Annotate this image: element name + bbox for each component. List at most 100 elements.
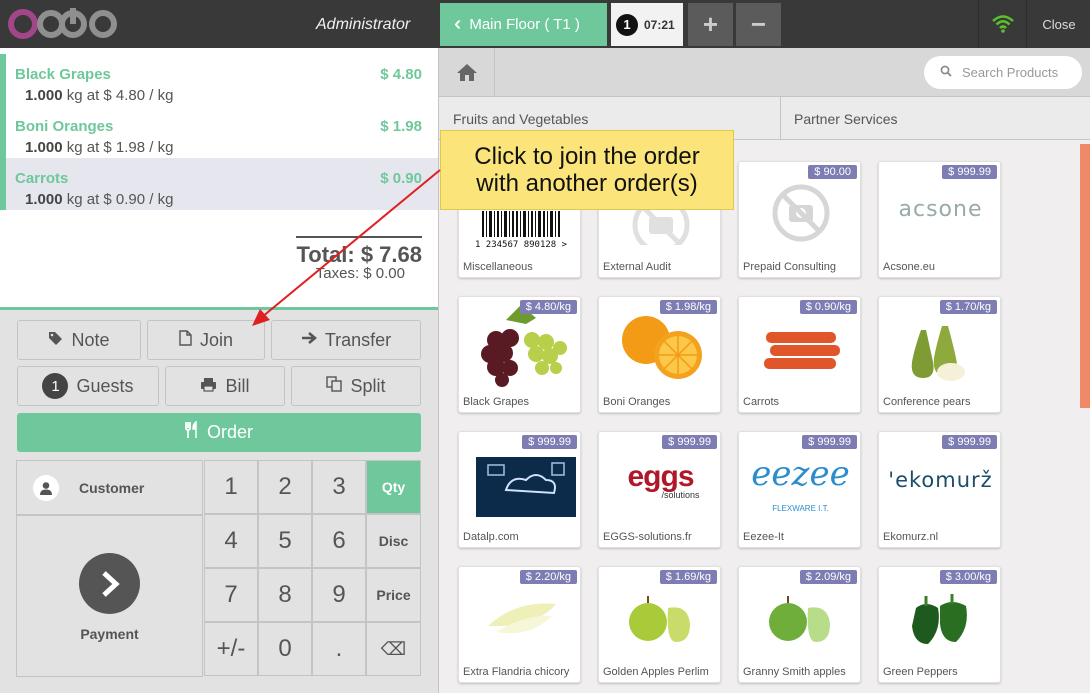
orderline-unit-price: kg at $ 1.98 / kg	[62, 139, 174, 156]
product-name: Miscellaneous	[463, 261, 533, 273]
arrow-right-icon	[301, 331, 317, 349]
floor-button-label: Main Floor ( T1 )	[469, 16, 580, 33]
numpad-key-4[interactable]: 4	[204, 514, 258, 568]
orderline-price: $ 0.90	[380, 170, 422, 187]
new-order-button[interactable]: +	[688, 3, 733, 46]
backspace-icon[interactable]: ⌫	[366, 622, 421, 676]
product-name: Conference pears	[883, 396, 971, 408]
join-button[interactable]: Join	[147, 320, 265, 360]
orderline[interactable]: Black Grapes $ 4.80 1.000 kg at $ 4.80 /…	[0, 54, 438, 106]
numpad-key-0[interactable]: 0	[258, 622, 312, 676]
numpad-key-dot[interactable]: .	[312, 622, 366, 676]
search-placeholder: Search Products	[962, 65, 1059, 80]
product-tile[interactable]: $ 0.90/kg Carrots	[738, 296, 861, 413]
price-badge: $ 2.09/kg	[799, 570, 857, 584]
scrollbar[interactable]	[1080, 144, 1090, 408]
print-icon	[200, 377, 217, 396]
customer-label: Customer	[79, 479, 145, 496]
price-badge: $ 90.00	[808, 165, 857, 179]
orderline-unit-price: kg at $ 4.80 / kg	[62, 87, 174, 104]
order-tab[interactable]: 1 07:21	[611, 3, 683, 46]
product-name: Golden Apples Perlim	[603, 666, 709, 678]
disc-mode-button[interactable]: Disc	[366, 514, 421, 568]
tooltip-line-2: with another order(s)	[476, 170, 698, 197]
order-button[interactable]: Order	[17, 413, 421, 452]
split-label: Split	[350, 375, 386, 396]
product-tile[interactable]: $ 2.09/kg Granny Smith apples	[738, 566, 861, 683]
price-badge: $ 999.99	[942, 165, 997, 179]
product-name: External Audit	[603, 261, 671, 273]
eggs-logo-text: eggs	[627, 459, 694, 493]
numpad-key-3[interactable]: 3	[312, 460, 366, 514]
product-tile[interactable]: acsone $ 999.99 Acsone.eu	[878, 161, 1001, 278]
tag-icon	[48, 331, 63, 350]
numpad-key-5[interactable]: 5	[258, 514, 312, 568]
orderline-price: $ 4.80	[380, 66, 422, 83]
acsone-logo-text: acsone	[898, 197, 983, 222]
product-name: Granny Smith apples	[743, 666, 846, 678]
orderline[interactable]: Boni Oranges $ 1.98 1.000 kg at $ 1.98 /…	[0, 106, 438, 158]
payment-button[interactable]: Payment	[16, 515, 203, 677]
order-total: Total: $ 7.68	[296, 236, 422, 268]
category-partner-services[interactable]: Partner Services	[794, 97, 897, 140]
eezee-logo-text: eezee	[751, 454, 850, 494]
orderline-info: 1.000 kg at $ 0.90 / kg	[25, 191, 173, 208]
numpad-key-1[interactable]: 1	[204, 460, 258, 514]
category-divider	[780, 97, 781, 140]
orderline-qty: 1.000	[25, 139, 63, 156]
price-badge: $ 0.90/kg	[799, 300, 857, 314]
order-count-badge: 1	[616, 13, 638, 36]
guests-count: 1	[42, 373, 69, 399]
product-tile[interactable]: $ 1.98/kg Boni Oranges	[598, 296, 721, 413]
numpad-key-9[interactable]: 9	[312, 568, 366, 622]
product-tile[interactable]: 'ekomurž $ 999.99 Ekomurz.nl	[878, 431, 1001, 548]
close-button[interactable]: Close	[1028, 0, 1090, 48]
payment-label: Payment	[80, 626, 139, 642]
numpad-key-2[interactable]: 2	[258, 460, 312, 514]
search-input[interactable]: Search Products	[924, 56, 1082, 89]
price-mode-button[interactable]: Price	[366, 568, 421, 622]
home-icon[interactable]	[439, 48, 495, 97]
orderline-selected[interactable]: Carrots $ 0.90 1.000 kg at $ 0.90 / kg	[0, 158, 438, 210]
orderline-info: 1.000 kg at $ 1.98 / kg	[25, 139, 173, 156]
product-name: Carrots	[743, 396, 780, 408]
price-badge: $ 4.80/kg	[519, 300, 577, 314]
price-badge: $ 1.69/kg	[659, 570, 717, 584]
file-icon	[179, 330, 192, 350]
product-tile[interactable]: $ 3.00/kg Green Peppers	[878, 566, 1001, 683]
product-tile[interactable]: $ 90.00 Prepaid Consulting	[738, 161, 861, 278]
product-tile[interactable]: $ 1.69/kg Golden Apples Perlim	[598, 566, 721, 683]
product-tile[interactable]: $ 999.99 Datalp.com	[458, 431, 581, 548]
cutlery-icon	[185, 420, 199, 444]
product-tile[interactable]: eezee FLEXWARE I.T. $ 999.99 Eezee-It	[738, 431, 861, 548]
product-name: Green Peppers	[883, 666, 958, 678]
orderline-info: 1.000 kg at $ 4.80 / kg	[25, 87, 173, 104]
price-badge: $ 999.99	[802, 435, 857, 449]
price-badge: $ 2.20/kg	[519, 570, 577, 584]
product-tile[interactable]: $ 2.20/kg Extra Flandria chicory	[458, 566, 581, 683]
bill-button[interactable]: Bill	[165, 366, 285, 406]
product-name: Ekomurz.nl	[883, 531, 939, 543]
double-chevron-left-icon: ‹‹	[454, 13, 463, 35]
user-name: Administrator	[316, 16, 411, 33]
product-tile[interactable]: $ 1.70/kg Conference pears	[878, 296, 1001, 413]
floor-back-button[interactable]: ‹‹ Main Floor ( T1 )	[440, 3, 607, 46]
numpad-key-6[interactable]: 6	[312, 514, 366, 568]
transfer-button[interactable]: Transfer	[271, 320, 421, 360]
numpad-key-7[interactable]: 7	[204, 568, 258, 622]
guests-button[interactable]: 1 Guests	[17, 366, 159, 406]
orderlines: Black Grapes $ 4.80 1.000 kg at $ 4.80 /…	[0, 48, 438, 310]
join-label: Join	[199, 329, 234, 350]
product-tile[interactable]: eggs /solutions $ 999.99 EGGS-solutions.…	[598, 431, 721, 548]
eezee-logo-subtext: FLEXWARE I.T.	[772, 504, 829, 513]
numpad-key-plusminus[interactable]: +/-	[204, 622, 258, 676]
split-button[interactable]: Split	[291, 366, 421, 406]
product-tile[interactable]: $ 4.80/kg Black Grapes	[458, 296, 581, 413]
delete-order-button[interactable]: −	[736, 3, 781, 46]
customer-button[interactable]: Customer	[16, 460, 203, 515]
guests-label: Guests	[76, 375, 134, 396]
numpad-key-8[interactable]: 8	[258, 568, 312, 622]
tooltip-line-1: Click to join the order	[474, 143, 700, 170]
qty-mode-button[interactable]: Qty	[366, 460, 421, 514]
note-button[interactable]: Note	[17, 320, 141, 360]
